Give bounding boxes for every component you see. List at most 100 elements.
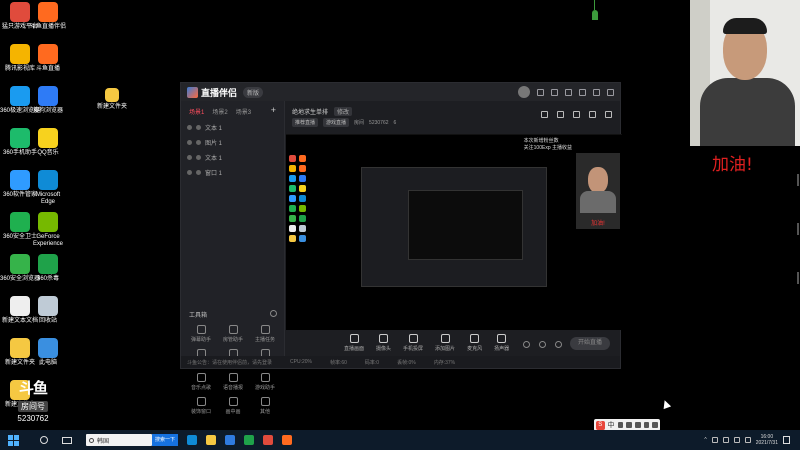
punctuation-icon[interactable] xyxy=(617,422,624,428)
store-taskbar-icon[interactable] xyxy=(225,435,235,445)
edge-taskbar-icon[interactable] xyxy=(187,435,197,445)
preview-desktop-icons xyxy=(289,155,307,242)
source-button[interactable]: 麦克风 xyxy=(467,334,482,352)
bell-icon[interactable] xyxy=(589,111,596,118)
desktop-icon[interactable]: 此电脑 xyxy=(28,338,68,367)
close-icon[interactable] xyxy=(607,88,614,96)
security-taskbar-icon[interactable] xyxy=(244,435,254,445)
scene-item[interactable]: 文本 1 xyxy=(181,150,284,165)
desktop-icon[interactable]: Microsoft Edge xyxy=(28,170,68,206)
tab-scene-2[interactable]: 场景2 xyxy=(212,107,227,116)
minimize-icon[interactable] xyxy=(579,88,586,96)
desktop-icon[interactable]: 360杀毒 xyxy=(28,254,68,283)
scene-item[interactable]: 图片 1 xyxy=(181,135,284,150)
eye-icon[interactable] xyxy=(187,170,192,175)
tool-item[interactable]: 音乐点歌 xyxy=(185,373,217,391)
desktop-icon[interactable]: 搜狗浏览器 xyxy=(28,86,68,115)
desktop-icon[interactable]: 斗鱼直播伴侣 xyxy=(28,2,68,31)
ime-tray-icon[interactable] xyxy=(733,437,740,443)
stream-preview[interactable]: 本次新增粉丝数 关注100Exp 主播收益 加油! xyxy=(286,134,622,330)
keyboard-icon[interactable] xyxy=(643,422,650,428)
tool-item[interactable]: 主播任务 xyxy=(249,325,281,343)
eye-icon[interactable] xyxy=(187,155,192,160)
scene-item[interactable]: 文本 1 xyxy=(181,120,284,135)
edit-room-button[interactable]: 修改 xyxy=(334,107,353,116)
lock-icon[interactable] xyxy=(196,170,201,175)
eye-icon[interactable] xyxy=(539,341,546,348)
notification-icon[interactable] xyxy=(783,436,790,444)
search-text[interactable]: 韩国 xyxy=(97,436,109,445)
menu-icon[interactable] xyxy=(565,88,572,96)
tool-item[interactable]: 装饰窗口 xyxy=(185,397,217,415)
eye-icon[interactable] xyxy=(187,140,192,145)
room-tag[interactable]: 推荐直播 xyxy=(292,118,319,127)
desktop-icon[interactable]: QQ音乐 xyxy=(28,128,68,157)
side-arrow-icon[interactable] xyxy=(795,174,799,186)
clock[interactable]: 16:00 2021/7/31 xyxy=(756,434,778,446)
record-icon[interactable] xyxy=(523,341,530,348)
gift-icon[interactable] xyxy=(541,111,548,118)
desktop-folder[interactable]: 新建文件夹 xyxy=(92,88,132,111)
desktop-icon[interactable]: 回收站 xyxy=(28,296,68,325)
share-icon[interactable] xyxy=(605,111,612,118)
calendar-icon[interactable] xyxy=(573,111,580,118)
user-avatar[interactable] xyxy=(518,86,530,98)
app-titlebar[interactable]: 直播伴侣 新版 xyxy=(181,83,620,101)
room-title[interactable]: 绝地求生单排 xyxy=(292,107,328,116)
tray-up-arrow-icon[interactable]: ^ xyxy=(704,437,706,443)
version-badge[interactable]: 新版 xyxy=(243,86,264,98)
lock-icon[interactable] xyxy=(196,140,201,145)
sogou-icon[interactable]: S xyxy=(596,420,605,430)
source-button[interactable]: 摄像头 xyxy=(376,334,391,352)
source-button[interactable]: 添加图片 xyxy=(435,334,455,352)
task-view-icon[interactable] xyxy=(62,436,72,444)
settings-icon[interactable] xyxy=(555,341,562,348)
scene-item[interactable]: 窗口 1 xyxy=(181,165,284,180)
fans-count: 6 xyxy=(393,119,397,126)
eye-icon[interactable] xyxy=(187,125,192,130)
game-taskbar-icon[interactable] xyxy=(263,435,273,445)
source-button[interactable]: 手机投屏 xyxy=(403,334,423,352)
microphone-icon[interactable] xyxy=(634,422,641,428)
tab-scene-1[interactable]: 场景1 xyxy=(189,107,204,116)
tool-item[interactable]: 游戏助手 xyxy=(249,373,281,391)
lock-icon[interactable] xyxy=(557,111,564,118)
tool-item[interactable]: 语音播报 xyxy=(217,373,249,391)
more-tools-icon[interactable] xyxy=(270,310,277,317)
lock-icon[interactable] xyxy=(196,155,201,160)
tool-label: 音乐点歌 xyxy=(190,385,211,391)
source-button[interactable]: 直播画面 xyxy=(344,334,364,352)
desktop-icon[interactable]: 斗鱼直播 xyxy=(28,44,68,73)
network-icon[interactable] xyxy=(711,437,718,443)
live-app-taskbar-icon[interactable] xyxy=(282,435,292,445)
side-arrow-icon[interactable] xyxy=(795,223,799,235)
tool-label: 装饰窗口 xyxy=(190,409,211,415)
side-arrow-icon[interactable] xyxy=(795,272,799,284)
toolbox-title: 工具箱 xyxy=(189,313,208,319)
start-live-button[interactable]: 开始直播 xyxy=(570,337,610,350)
emoji-icon[interactable] xyxy=(626,422,632,428)
explorer-taskbar-icon[interactable] xyxy=(206,435,216,445)
tool-item[interactable]: 画中画 xyxy=(217,397,249,415)
tool-item[interactable]: 其他 xyxy=(249,397,281,415)
settings-icon[interactable] xyxy=(551,88,558,96)
search-box[interactable]: 韩国 xyxy=(86,434,152,446)
tab-scene-3[interactable]: 场景3 xyxy=(236,107,251,116)
start-button[interactable] xyxy=(8,434,26,446)
cortana-icon[interactable] xyxy=(40,436,48,444)
live-streaming-app-window[interactable]: 直播伴侣 新版 场景1 场景2 场景3 + 文本 1 图片 1 文本 1 窗口 … xyxy=(180,82,622,415)
tool-item[interactable]: 弹幕助手 xyxy=(185,325,217,343)
desktop-icon[interactable]: GeForce Experience xyxy=(28,212,68,248)
antivirus-tray-icon[interactable] xyxy=(744,437,751,443)
lock-icon[interactable] xyxy=(196,125,201,130)
ime-mode[interactable]: 中 xyxy=(608,420,615,430)
room-tag[interactable]: 游戏直播 xyxy=(323,118,350,127)
message-icon[interactable] xyxy=(537,88,544,96)
source-button[interactable]: 扬声器 xyxy=(494,334,509,352)
tool-item[interactable]: 房管助手 xyxy=(217,325,249,343)
volume-icon[interactable] xyxy=(722,437,729,443)
skin-icon[interactable] xyxy=(652,422,658,428)
search-button[interactable]: 搜索一下 xyxy=(152,434,178,446)
add-scene-button[interactable]: + xyxy=(271,106,276,116)
maximize-icon[interactable] xyxy=(593,88,600,96)
